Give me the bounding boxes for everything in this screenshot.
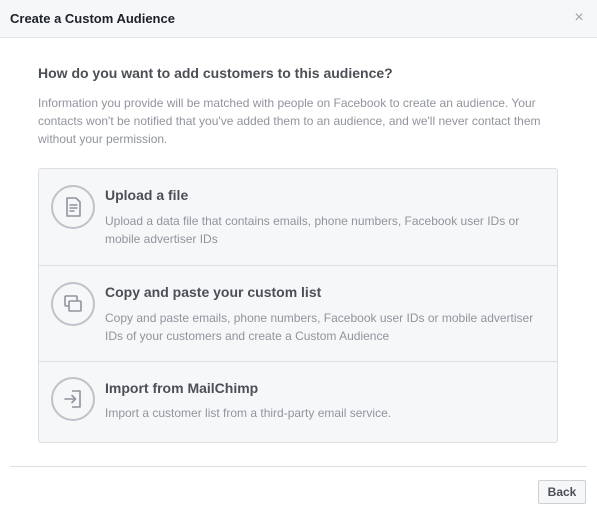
dialog-header: Create a Custom Audience × <box>0 0 597 38</box>
option-title: Copy and paste your custom list <box>105 284 322 300</box>
audience-question: How do you want to add customers to this… <box>38 65 393 81</box>
back-button[interactable]: Back <box>538 480 586 504</box>
option-title: Upload a file <box>105 187 189 203</box>
privacy-info-text: Information you provide will be matched … <box>38 96 541 146</box>
copy-paste-icon <box>51 282 95 326</box>
option-description: Import a customer list from a third-part… <box>105 406 392 420</box>
file-icon <box>51 185 95 229</box>
footer-divider <box>10 466 587 467</box>
close-icon[interactable]: × <box>572 10 586 26</box>
option-description: Upload a data file that contains emails,… <box>105 214 520 246</box>
option-import-mailchimp[interactable]: Import from MailChimp Import a customer … <box>39 361 557 442</box>
import-icon <box>51 377 95 421</box>
option-copy-paste[interactable]: Copy and paste your custom list Copy and… <box>39 265 557 361</box>
option-description: Copy and paste emails, phone numbers, Fa… <box>105 311 534 343</box>
create-custom-audience-dialog: Create a Custom Audience × How do you wa… <box>0 0 597 516</box>
audience-source-options: Upload a file Upload a data file that co… <box>38 168 558 443</box>
option-title: Import from MailChimp <box>105 380 259 396</box>
option-upload-file[interactable]: Upload a file Upload a data file that co… <box>39 169 557 265</box>
dialog-title: Create a Custom Audience <box>10 11 175 26</box>
